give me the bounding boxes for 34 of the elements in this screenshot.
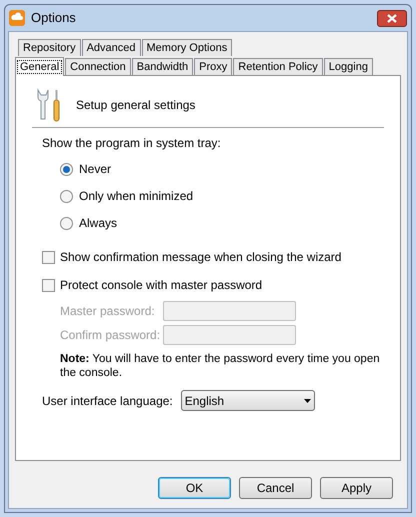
field-label: Master password: xyxy=(60,303,156,320)
radio-button[interactable] xyxy=(60,190,73,202)
checkbox-option[interactable]: Protect console with master password xyxy=(42,276,384,294)
tab[interactable]: Connection xyxy=(65,58,131,75)
section-heading: Setup general settings xyxy=(76,97,196,114)
tab[interactable]: Advanced xyxy=(82,39,141,56)
note-text: Note: You will have to enter the password every time you open the console. xyxy=(60,352,380,380)
language-dropdown[interactable]: English xyxy=(180,390,315,411)
checkbox[interactable] xyxy=(42,250,55,264)
tab[interactable]: Retention Policy xyxy=(233,58,323,75)
caret-icon xyxy=(304,398,311,402)
tab[interactable]: Logging xyxy=(324,58,373,75)
group-label: Show the program in system tray: xyxy=(42,135,222,152)
tab[interactable]: Memory Options xyxy=(142,39,232,56)
radio-option[interactable]: Always xyxy=(60,214,384,232)
radio-option[interactable]: Only when minimized xyxy=(60,187,384,205)
tab[interactable]: Proxy xyxy=(194,58,232,75)
checkbox-option[interactable]: Show confirmation message when closing the wizard xyxy=(42,248,384,266)
field-label: Confirm password: xyxy=(60,327,162,344)
checkbox[interactable] xyxy=(42,278,55,292)
dialog-button[interactable]: Cancel xyxy=(239,476,312,498)
window-title: Options xyxy=(31,9,76,28)
close-button[interactable] xyxy=(377,10,407,26)
dialog-button[interactable]: Apply xyxy=(320,476,393,498)
close-icon xyxy=(387,14,397,22)
dialog-button[interactable]: OK xyxy=(158,476,231,498)
radio-button[interactable] xyxy=(60,162,73,176)
cloud-icon xyxy=(9,10,25,26)
radio-button[interactable] xyxy=(60,216,73,230)
radio-option[interactable]: Never xyxy=(60,160,384,178)
tab[interactable]: Repository xyxy=(18,39,81,56)
tab[interactable]: General xyxy=(15,57,64,76)
tab[interactable]: Bandwidth xyxy=(132,58,194,75)
field-label: User interface language: xyxy=(42,392,173,410)
